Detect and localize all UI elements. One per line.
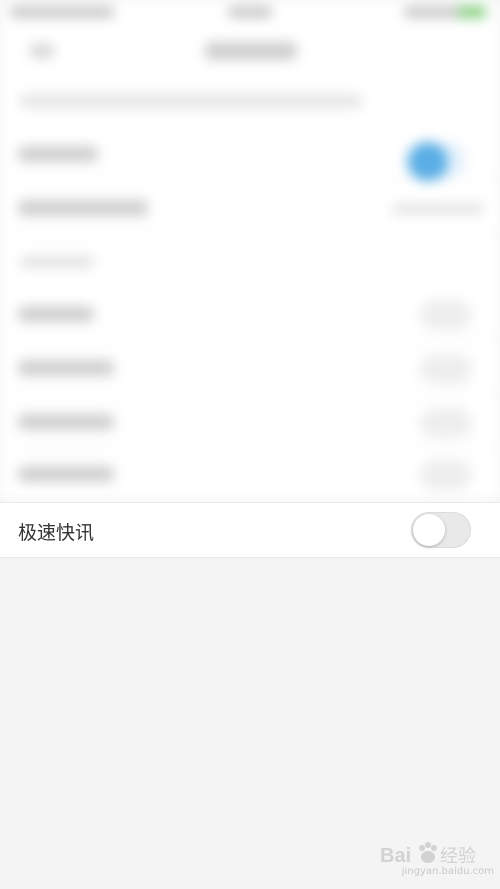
status-time [228, 6, 272, 18]
fast-news-row[interactable]: 极速快讯 [0, 502, 500, 558]
back-arrow-icon[interactable] [30, 44, 54, 58]
nav-bar [0, 26, 500, 76]
watermark-url: jingyan.baidu.com [401, 866, 494, 877]
divider [16, 233, 500, 234]
toggle-switch[interactable] [420, 460, 472, 490]
section-header [20, 256, 94, 268]
settings-screen: 极速快讯 Bai 经验 jingyan.baidu.com [0, 0, 500, 889]
row-label [18, 360, 114, 376]
baidu-jingyan-watermark: Bai 经验 jingyan.baidu.com [380, 836, 494, 880]
settings-row[interactable] [0, 396, 500, 448]
row-label [18, 306, 94, 322]
toggle-switch[interactable] [420, 300, 472, 330]
divider [16, 179, 500, 180]
toggle-switch[interactable] [420, 408, 472, 438]
hint-text [20, 94, 362, 108]
settings-row[interactable] [0, 288, 500, 340]
divider [16, 393, 500, 394]
fast-news-label: 极速快讯 [18, 522, 95, 544]
status-battery [404, 6, 464, 18]
settings-row[interactable] [0, 128, 500, 182]
row-value [392, 204, 484, 214]
toggle-knob [408, 142, 448, 182]
fast-news-toggle[interactable] [411, 512, 471, 548]
status-carrier [10, 6, 114, 18]
row-label [18, 146, 98, 162]
settings-row[interactable] [0, 182, 500, 234]
svg-text:Bai: Bai [380, 845, 411, 867]
divider [16, 339, 500, 340]
battery-icon [458, 6, 486, 18]
blurred-settings-area [0, 0, 500, 500]
toggle-switch[interactable] [420, 354, 472, 384]
status-bar [0, 0, 500, 26]
settings-row[interactable] [0, 342, 500, 394]
toggle-knob [413, 514, 445, 546]
row-label [18, 414, 114, 430]
row-label [18, 200, 148, 216]
row-label [18, 466, 114, 482]
page-title [205, 42, 297, 60]
svg-text:经验: 经验 [440, 846, 476, 867]
settings-row[interactable] [0, 448, 500, 500]
